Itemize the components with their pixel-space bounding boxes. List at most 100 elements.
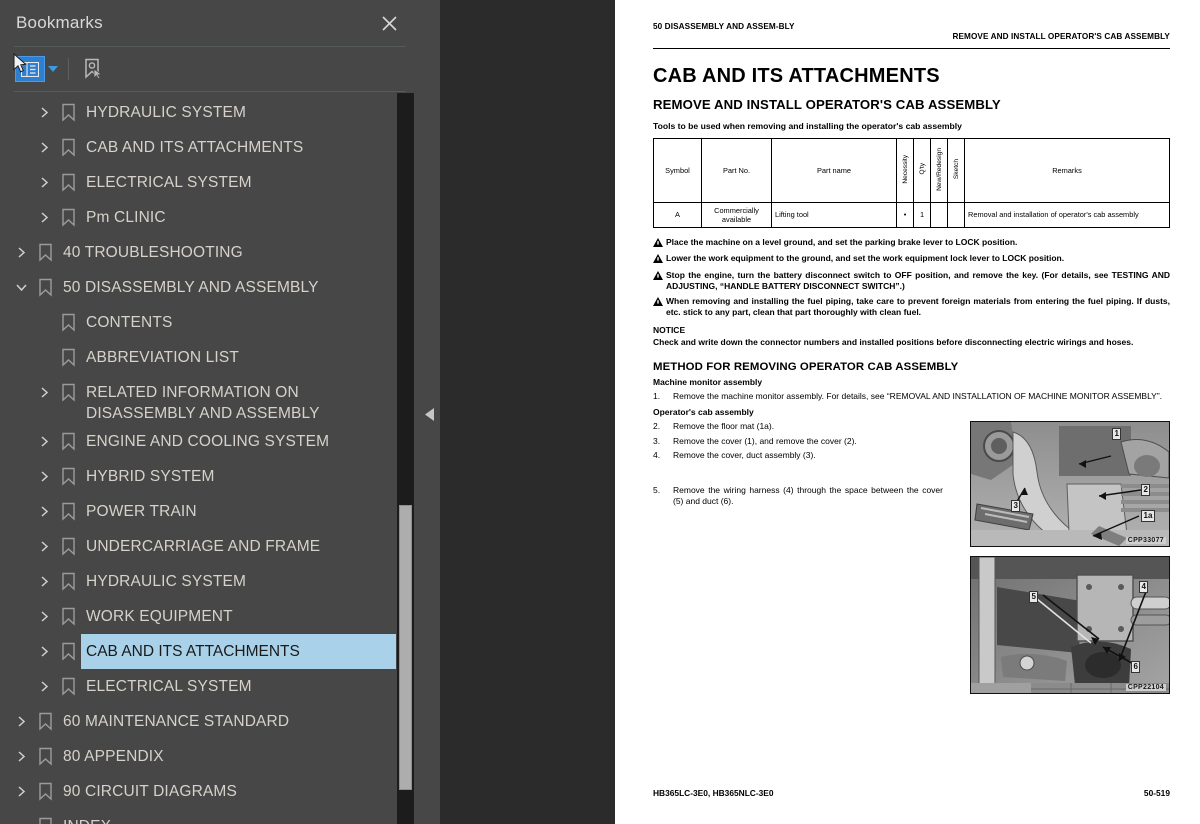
- steps-group-2: 2. Remove the floor mat (1a). 3. Remove the…: [653, 421, 943, 462]
- panel-title: Bookmarks: [16, 13, 103, 32]
- bookmark-item[interactable]: ENGINE AND COOLING SYSTEM: [0, 424, 420, 459]
- bookmark-item[interactable]: 80 APPENDIX: [0, 739, 420, 774]
- bookmark-icon: [61, 313, 75, 332]
- twisty-toggle[interactable]: [33, 375, 55, 410]
- bookmark-label: 60 MAINTENANCE STANDARD: [63, 713, 290, 730]
- bookmark-label: CONTENTS: [86, 314, 173, 331]
- twisty-toggle[interactable]: [10, 774, 32, 809]
- bookmark-icon-wrap: [55, 599, 81, 634]
- twisty-toggle[interactable]: [10, 270, 32, 305]
- bookmark-item[interactable]: INDEX: [0, 809, 420, 824]
- warning-triangle-icon: [653, 270, 666, 292]
- bookmark-label: UNDERCARRIAGE AND FRAME: [86, 538, 321, 555]
- method-heading: METHOD FOR REMOVING OPERATOR CAB ASSEMBL…: [653, 361, 959, 374]
- warning-glyph: [653, 296, 663, 306]
- step-item: 5. Remove the wiring harness (4) through …: [653, 485, 943, 508]
- bookmark-icon-wrap: [55, 529, 81, 564]
- bookmark-icon-wrap: [55, 634, 81, 669]
- bookmarks-scrollbar-thumb[interactable]: [399, 505, 412, 790]
- bookmark-icon: [38, 817, 52, 824]
- bookmark-icon: [38, 278, 52, 297]
- bookmark-item[interactable]: ELECTRICAL SYSTEM: [0, 165, 420, 200]
- bookmark-item[interactable]: CAB AND ITS ATTACHMENTS: [0, 130, 420, 165]
- chevron-right-icon: [40, 611, 48, 622]
- twisty-toggle[interactable]: [33, 669, 55, 704]
- twisty-toggle[interactable]: [33, 459, 55, 494]
- twisty-toggle[interactable]: [33, 634, 55, 669]
- bookmark-icon-wrap: [55, 424, 81, 459]
- bookmark-item[interactable]: ELECTRICAL SYSTEM: [0, 669, 420, 704]
- bookmarks-scrollbar[interactable]: [397, 93, 414, 824]
- bookmark-label: ELECTRICAL SYSTEM: [86, 678, 252, 695]
- collapse-panel-icon[interactable]: [424, 407, 436, 421]
- bookmark-icon: [38, 712, 52, 731]
- bookmark-icon-wrap: [55, 165, 81, 200]
- twisty-toggle[interactable]: [33, 564, 55, 599]
- bookmark-item[interactable]: WORK EQUIPMENT: [0, 599, 420, 634]
- twisty-toggle[interactable]: [33, 130, 55, 165]
- figure-2-callout-5: 5: [1029, 590, 1039, 603]
- warning-text: Place the machine on a level ground, and…: [666, 236, 1018, 247]
- warning-triangle-icon: [653, 253, 666, 266]
- bookmark-item[interactable]: Pm CLINIC: [0, 200, 420, 235]
- bookmark-item[interactable]: 40 TROUBLESHOOTING: [0, 235, 420, 270]
- bookmark-item[interactable]: POWER TRAIN: [0, 494, 420, 529]
- twisty-toggle[interactable]: [33, 200, 55, 235]
- step-number: 5.: [653, 484, 661, 495]
- twisty-toggle[interactable]: [33, 165, 55, 200]
- bookmark-item[interactable]: RELATED INFORMATION ON DISASSEMBLY AND A…: [0, 375, 420, 424]
- twisty-toggle[interactable]: [33, 599, 55, 634]
- bookmark-item[interactable]: ABBREVIATION LIST: [0, 340, 420, 375]
- step-text: Remove the wiring harness (4) through th…: [673, 484, 943, 506]
- chevron-right-icon: [40, 212, 48, 223]
- step-item: 1. Remove the machine monitor assembly. F…: [653, 391, 1170, 402]
- th-part-name: Part name: [771, 137, 897, 203]
- bookmark-icon: [61, 677, 75, 696]
- cell-symbol: A: [653, 201, 702, 228]
- bookmark-icon: [61, 537, 75, 556]
- bookmark-icon-wrap: [55, 669, 81, 704]
- th-necessity: Necessity: [896, 137, 914, 203]
- figure-2-callout-4: 4: [1139, 580, 1149, 593]
- bookmarks-tree[interactable]: HYDRAULIC SYSTEM CAB AND ITS ATTACHMENTS E…: [0, 93, 420, 824]
- warning-text: When removing and installing the fuel pi…: [666, 295, 1170, 318]
- bookmark-icon: [61, 173, 75, 192]
- bookmark-options-icon[interactable]: [15, 56, 45, 82]
- toolbar-separator: [68, 58, 69, 80]
- bookmark-item[interactable]: CONTENTS: [0, 305, 420, 340]
- new-bookmark-glyph: [85, 58, 103, 80]
- twisty-toggle[interactable]: [33, 494, 55, 529]
- bookmark-item[interactable]: 60 MAINTENANCE STANDARD: [0, 704, 420, 739]
- bookmark-icon: [61, 572, 75, 591]
- bookmark-item[interactable]: HYDRAULIC SYSTEM: [0, 95, 420, 130]
- twisty-toggle[interactable]: [10, 235, 32, 270]
- bookmark-icon: [61, 103, 75, 122]
- bookmark-item[interactable]: HYDRAULIC SYSTEM: [0, 564, 420, 599]
- twisty-toggle[interactable]: [33, 529, 55, 564]
- bookmark-item[interactable]: UNDERCARRIAGE AND FRAME: [0, 529, 420, 564]
- close-icon[interactable]: [376, 10, 402, 36]
- twisty-toggle[interactable]: [33, 95, 55, 130]
- panel-splitter[interactable]: [420, 0, 440, 824]
- bookmark-item[interactable]: CAB AND ITS ATTACHMENTS: [0, 633, 420, 670]
- bookmark-item[interactable]: 90 CIRCUIT DIAGRAMS: [0, 774, 420, 809]
- chevron-right-icon: [40, 471, 48, 482]
- steps-and-figures: 2. Remove the floor mat (1a). 3. Remove the…: [653, 420, 1170, 694]
- bookmark-label: HYDRAULIC SYSTEM: [86, 104, 247, 121]
- bookmark-icon-wrap: [32, 704, 58, 739]
- tools-table: Symbol Part No. Part name Necessity Q'ty…: [653, 137, 1170, 228]
- step-number: 3.: [653, 435, 661, 446]
- bookmark-item[interactable]: 50 DISASSEMBLY AND ASSEMBLY: [0, 270, 420, 305]
- chevron-right-icon: [40, 506, 48, 517]
- twisty-toggle[interactable]: [10, 704, 32, 739]
- warning-item: Lower the work equipment to the ground, …: [653, 253, 1170, 266]
- chevron-down-icon[interactable]: [45, 58, 61, 80]
- close-glyph: [381, 15, 397, 31]
- twisty-placeholder: [10, 809, 32, 824]
- bookmark-item[interactable]: HYBRID SYSTEM: [0, 459, 420, 494]
- twisty-toggle[interactable]: [33, 424, 55, 459]
- twisty-toggle[interactable]: [10, 739, 32, 774]
- new-bookmark-icon[interactable]: [78, 56, 108, 82]
- bookmark-icon-wrap: [32, 235, 58, 270]
- figure-1-callout-2: 2: [1141, 483, 1151, 496]
